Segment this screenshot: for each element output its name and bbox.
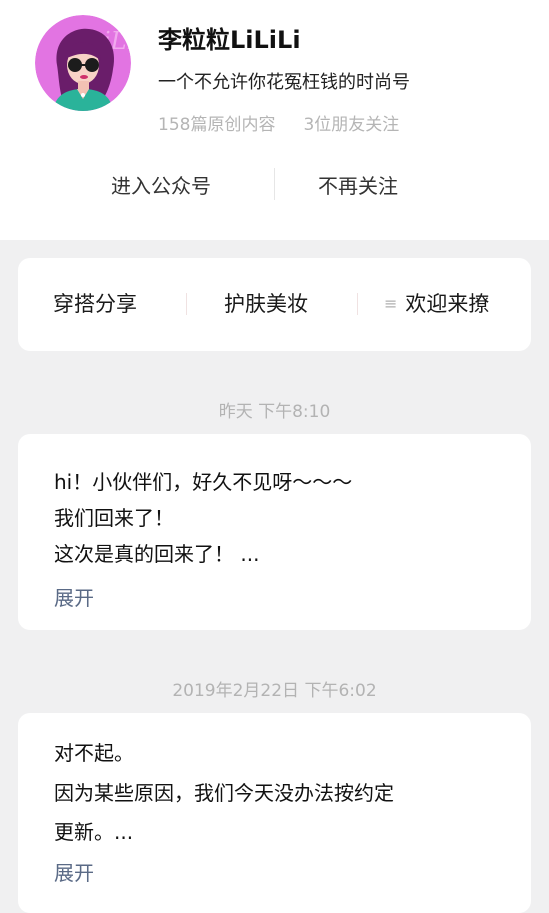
- account-stats: 158篇原创内容 3位朋友关注: [158, 110, 427, 135]
- account-menu: 穿搭分享 护肤美妆 ≡ 欢迎来撩: [18, 258, 531, 351]
- account-header: LiLi 李粒粒LiLiLi 一个不允: [0, 0, 549, 240]
- account-description: 一个不允许你花冤枉钱的时尚号: [158, 72, 410, 93]
- menu-item-outfit[interactable]: 穿搭分享: [53, 288, 137, 318]
- expand-link[interactable]: 展开: [54, 582, 94, 611]
- post-text-line: 更新。...: [54, 820, 134, 844]
- menu-item-welcome-label: 欢迎来撩: [405, 292, 490, 316]
- avatar[interactable]: LiLi: [35, 15, 131, 111]
- friends-following: 3位朋友关注: [303, 115, 400, 135]
- enter-account-button[interactable]: 进入公众号: [111, 170, 211, 199]
- action-divider: [274, 168, 275, 200]
- expand-link[interactable]: 展开: [54, 857, 94, 886]
- post-timestamp: 昨天 下午8:10: [218, 402, 331, 422]
- account-actions: 进入公众号 不再关注: [0, 160, 549, 208]
- menu-item-skincare[interactable]: 护肤美妆: [224, 288, 308, 318]
- post-card[interactable]: 对不起。 因为某些原因，我们今天没办法按约定 更新。... 展开: [18, 713, 531, 913]
- unfollow-button[interactable]: 不再关注: [318, 170, 398, 199]
- menu-divider: [357, 293, 358, 315]
- post-text-line: hi！小伙伴们，好久不见呀～～～: [54, 470, 353, 494]
- avatar-illustration: LiLi: [35, 15, 131, 111]
- post-text-line: 我们回来了！: [54, 506, 174, 530]
- menu-item-welcome[interactable]: ≡ 欢迎来撩: [384, 288, 489, 318]
- post-text-line: 对不起。: [54, 741, 134, 765]
- post-text-line: 因为某些原因，我们今天没办法按约定: [54, 781, 394, 805]
- post-timestamp: 2019年2月22日 下午6:02: [172, 681, 377, 701]
- account-name: 李粒粒LiLiLi: [158, 26, 301, 54]
- post-card[interactable]: hi！小伙伴们，好久不见呀～～～ 我们回来了！ 这次是真的回来了！ ... 展开: [18, 434, 531, 630]
- original-count: 158篇原创内容: [158, 115, 276, 135]
- menu-divider: [186, 293, 187, 315]
- menu-icon: ≡: [384, 294, 398, 313]
- post-text-line: 这次是真的回来了！ ...: [54, 542, 260, 566]
